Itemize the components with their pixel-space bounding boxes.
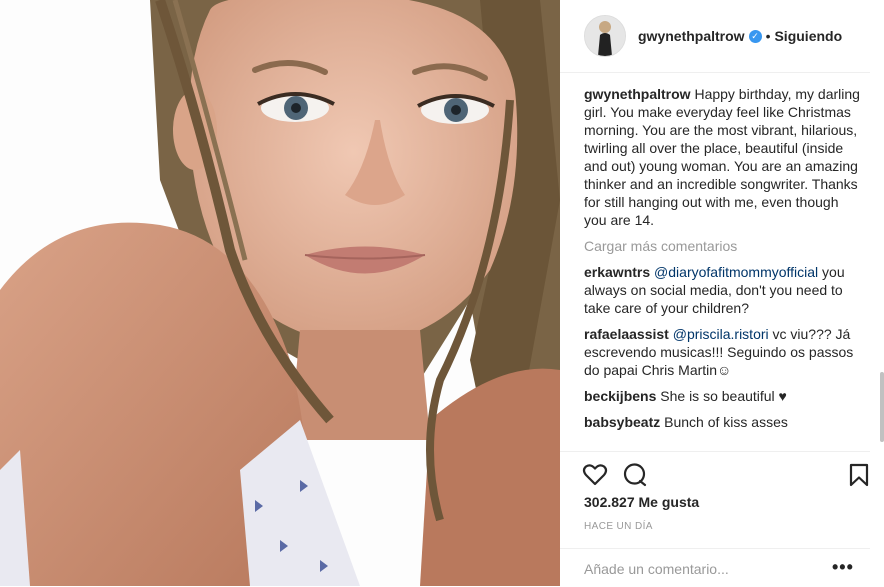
caption-text: Happy birthday, my darling girl. You mak… (584, 86, 860, 228)
comment-item: erkawntrs @diaryofafitmommyofficial you … (584, 263, 860, 317)
verified-badge-icon: ✓ (748, 29, 762, 43)
avatar[interactable] (584, 15, 626, 57)
likes-count[interactable]: 302.827 Me gusta (584, 494, 699, 510)
comment-text: She is so beautiful ♥ (660, 388, 787, 404)
comment-icon[interactable] (622, 462, 648, 488)
post-timestamp[interactable]: HACE UN DÍA (584, 521, 653, 532)
comment-item: babsybeatz Bunch of kiss asses (584, 413, 860, 431)
comments-list[interactable]: gwynethpaltrow Happy birthday, my darlin… (584, 85, 860, 451)
following-button[interactable]: Siguiendo (774, 28, 842, 44)
header-username[interactable]: gwynethpaltrow (638, 28, 745, 44)
avatar-image (585, 16, 625, 56)
action-bar (560, 451, 870, 492)
add-comment-bar: Añade un comentario... ••• (560, 548, 870, 587)
bookmark-icon[interactable] (846, 462, 872, 488)
post-header: gwynethpaltrow ✓ • Siguiendo (560, 0, 870, 73)
post-side-panel: gwynethpaltrow ✓ • Siguiendo gwynethpalt… (560, 0, 884, 586)
caption: gwynethpaltrow Happy birthday, my darlin… (584, 85, 860, 229)
more-options-icon[interactable]: ••• (832, 557, 854, 578)
heart-icon[interactable] (582, 462, 608, 488)
comment-username[interactable]: babsybeatz (584, 414, 660, 430)
instagram-post: gwynethpaltrow ✓ • Siguiendo gwynethpalt… (0, 0, 884, 586)
comment-text: Bunch of kiss asses (664, 414, 788, 430)
comment-mention[interactable]: @diaryofafitmommyofficial (654, 264, 818, 280)
scrollbar-thumb[interactable] (880, 372, 884, 442)
caption-username[interactable]: gwynethpaltrow (584, 86, 691, 102)
selfie-image (0, 0, 560, 586)
comment-item: beckijbens She is so beautiful ♥ (584, 387, 860, 405)
comment-mention[interactable]: @priscila.ristori (673, 326, 769, 342)
load-more-comments-link[interactable]: Cargar más comentarios (584, 237, 860, 255)
comment-username[interactable]: erkawntrs (584, 264, 650, 280)
add-comment-input[interactable]: Añade un comentario... (584, 561, 729, 577)
comment-username[interactable]: rafaelaassist (584, 326, 669, 342)
comments-scrollbar[interactable] (880, 72, 884, 452)
header-separator: • (765, 28, 771, 44)
comment-username[interactable]: beckijbens (584, 388, 656, 404)
comment-item: rafaelaassist @priscila.ristori vc viu??… (584, 325, 860, 379)
post-photo[interactable] (0, 0, 560, 586)
